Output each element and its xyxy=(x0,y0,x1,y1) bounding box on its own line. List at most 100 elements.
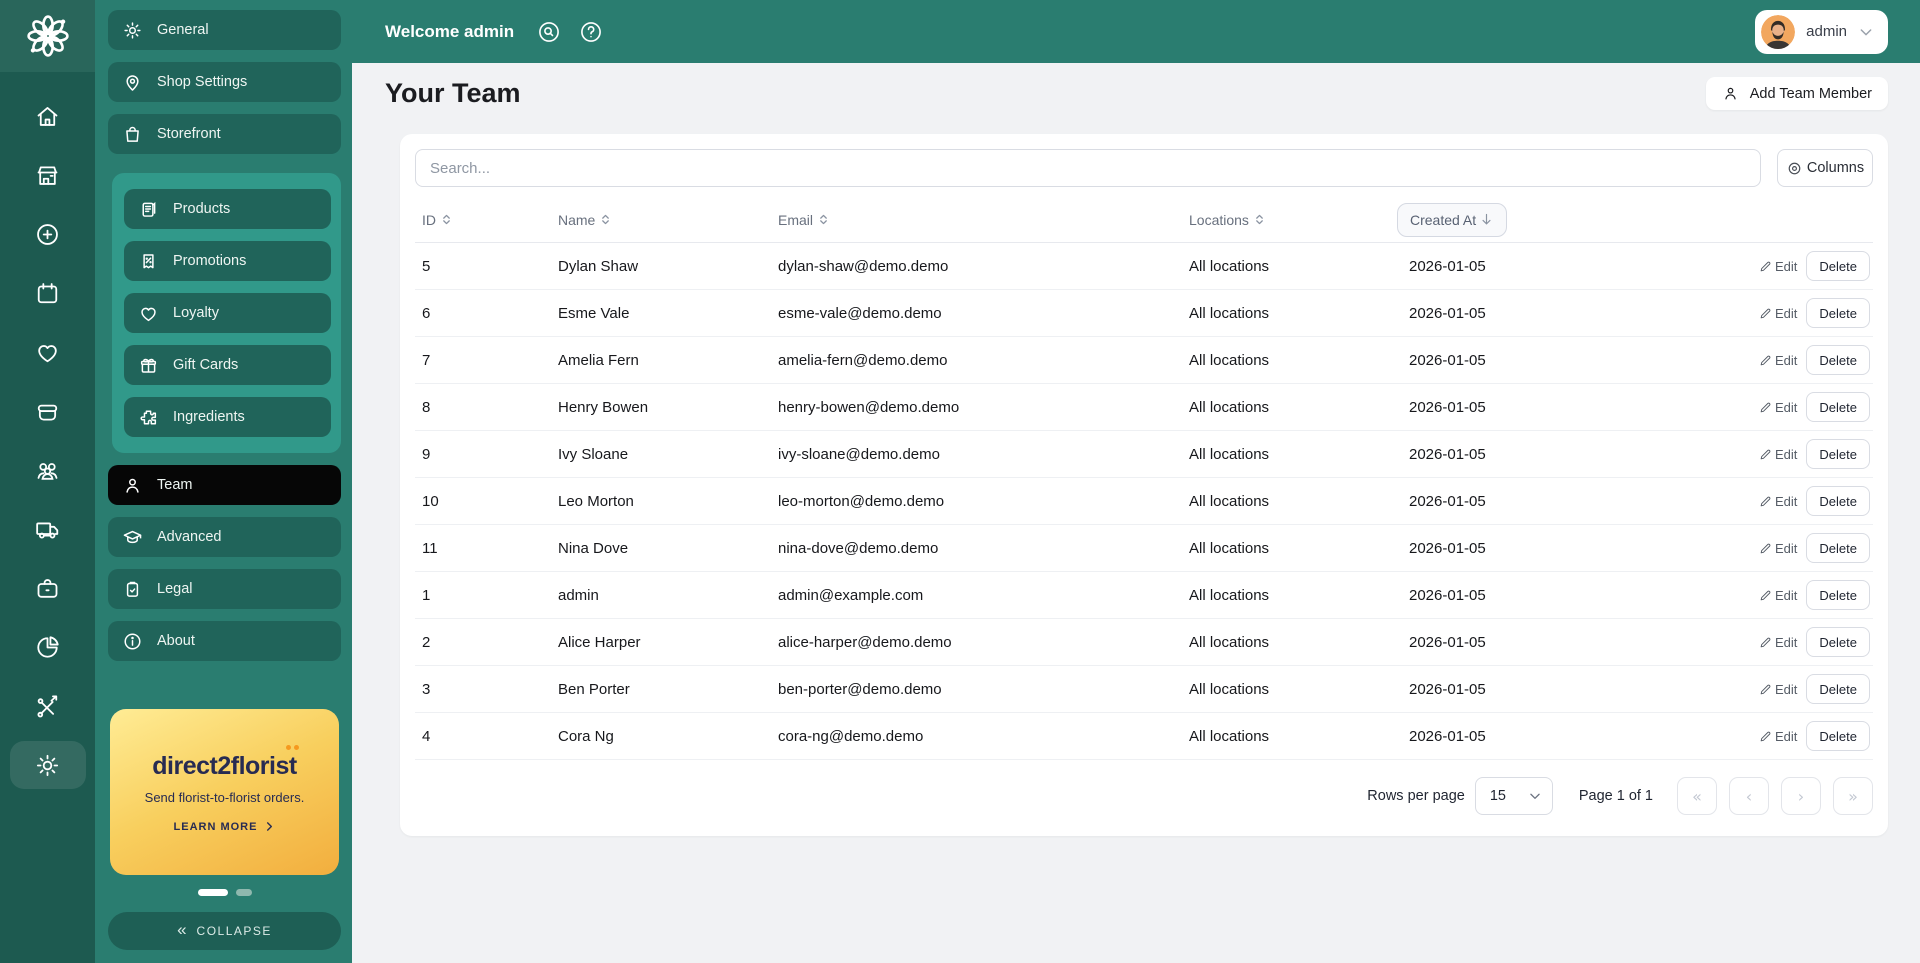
cell-name: Esme Vale xyxy=(558,305,778,322)
collapse-label: COLLAPSE xyxy=(197,924,272,938)
column-header-email[interactable]: Email xyxy=(778,212,1189,228)
edit-button[interactable]: Edit xyxy=(1759,635,1797,650)
previous-page-button[interactable]: ‹ xyxy=(1729,777,1769,815)
rows-per-page-label: Rows per page xyxy=(1367,788,1465,804)
edit-button[interactable]: Edit xyxy=(1759,541,1797,556)
edit-button[interactable]: Edit xyxy=(1759,353,1797,368)
briefcase-icon[interactable] xyxy=(10,564,86,612)
last-page-button[interactable]: » xyxy=(1833,777,1873,815)
sidebar-item-legal[interactable]: Legal xyxy=(108,569,341,609)
sidebar-item-promotions[interactable]: Promotions xyxy=(124,241,331,281)
column-header-created-at[interactable]: Created At xyxy=(1409,203,1677,237)
calendar-icon[interactable] xyxy=(10,269,86,317)
delete-button[interactable]: Delete xyxy=(1806,439,1870,469)
edit-button[interactable]: Edit xyxy=(1759,729,1797,744)
arrow-down-icon xyxy=(1479,212,1494,227)
florist-tools-icon[interactable] xyxy=(10,682,86,730)
sidebar-item-label: Legal xyxy=(157,581,192,597)
settings-gear-icon[interactable] xyxy=(10,741,86,789)
delete-button[interactable]: Delete xyxy=(1806,674,1870,704)
sidebar-item-general[interactable]: General xyxy=(108,10,341,50)
delete-button[interactable]: Delete xyxy=(1806,486,1870,516)
sidebar-item-gift-cards[interactable]: Gift Cards xyxy=(124,345,331,385)
add-team-member-label: Add Team Member xyxy=(1750,86,1872,102)
storefront-icon[interactable] xyxy=(10,151,86,199)
sidebar-item-label: Storefront xyxy=(157,126,221,142)
rows-per-page-select[interactable]: 15 xyxy=(1475,777,1553,815)
carousel-dot[interactable] xyxy=(236,889,252,896)
sidebar-item-label: Shop Settings xyxy=(157,74,247,90)
cell-actions: Edit Delete xyxy=(1677,674,1873,704)
sidebar-item-loyalty[interactable]: Loyalty xyxy=(124,293,331,333)
delivery-truck-icon[interactable] xyxy=(10,505,86,553)
delete-button[interactable]: Delete xyxy=(1806,298,1870,328)
cell-email: ivy-sloane@demo.demo xyxy=(778,446,1189,463)
sidebar-item-ingredients[interactable]: Ingredients xyxy=(124,397,331,437)
sidebar-item-storefront[interactable]: Storefront xyxy=(108,114,341,154)
heart-icon[interactable] xyxy=(10,328,86,376)
learn-more-button[interactable]: LEARN MORE xyxy=(174,821,276,833)
columns-button[interactable]: Columns xyxy=(1777,149,1873,187)
delete-button[interactable]: Delete xyxy=(1806,392,1870,422)
sidebar-item-products[interactable]: Products xyxy=(124,189,331,229)
cell-created-at: 2026-01-05 xyxy=(1409,681,1677,698)
people-icon[interactable] xyxy=(10,446,86,494)
column-header-locations[interactable]: Locations xyxy=(1189,212,1409,228)
home-icon[interactable] xyxy=(10,92,86,140)
heart-icon xyxy=(138,303,159,324)
sidebar-item-label: Team xyxy=(157,477,192,493)
delete-button[interactable]: Delete xyxy=(1806,627,1870,657)
edit-button-label: Edit xyxy=(1775,306,1797,321)
cell-locations: All locations xyxy=(1189,540,1409,557)
cell-name: Ivy Sloane xyxy=(558,446,778,463)
column-header-name[interactable]: Name xyxy=(558,212,778,228)
table-row: 4 Cora Ng cora-ng@demo.demo All location… xyxy=(415,713,1873,760)
edit-button[interactable]: Edit xyxy=(1759,682,1797,697)
next-page-button[interactable]: › xyxy=(1781,777,1821,815)
sidebar-item-advanced[interactable]: Advanced xyxy=(108,517,341,557)
delete-button[interactable]: Delete xyxy=(1806,251,1870,281)
main-area: Welcome admin admin Your Team Add Team xyxy=(352,0,1920,963)
edit-button[interactable]: Edit xyxy=(1759,306,1797,321)
collapse-button[interactable]: « COLLAPSE xyxy=(108,912,341,950)
plus-circle-icon[interactable] xyxy=(10,210,86,258)
edit-button[interactable]: Edit xyxy=(1759,259,1797,274)
cell-email: dylan-shaw@demo.demo xyxy=(778,258,1189,275)
inventory-box-icon[interactable] xyxy=(10,387,86,435)
sidebar-item-team[interactable]: Team xyxy=(108,465,341,505)
first-page-button[interactable]: « xyxy=(1677,777,1717,815)
cell-name: Leo Morton xyxy=(558,493,778,510)
chevron-down-icon xyxy=(1858,24,1874,40)
edit-button[interactable]: Edit xyxy=(1759,588,1797,603)
add-team-member-button[interactable]: Add Team Member xyxy=(1706,77,1888,110)
sidebar-item-about[interactable]: About xyxy=(108,621,341,661)
cell-actions: Edit Delete xyxy=(1677,345,1873,375)
cell-email: cora-ng@demo.demo xyxy=(778,728,1189,745)
search-icon[interactable] xyxy=(536,19,562,45)
delete-button[interactable]: Delete xyxy=(1806,533,1870,563)
delete-button[interactable]: Delete xyxy=(1806,345,1870,375)
pencil-icon xyxy=(1759,354,1772,367)
cell-created-at: 2026-01-05 xyxy=(1409,258,1677,275)
person-icon xyxy=(122,475,143,496)
edit-button[interactable]: Edit xyxy=(1759,400,1797,415)
app-logo[interactable] xyxy=(0,0,95,72)
delete-button[interactable]: Delete xyxy=(1806,721,1870,751)
edit-button[interactable]: Edit xyxy=(1759,447,1797,462)
cell-id: 4 xyxy=(422,728,558,745)
help-icon[interactable] xyxy=(578,19,604,45)
carousel-dot-active[interactable] xyxy=(198,889,228,896)
column-header-id[interactable]: ID xyxy=(422,212,558,228)
user-menu[interactable]: admin xyxy=(1755,10,1888,54)
search-input[interactable] xyxy=(415,149,1761,187)
pie-chart-icon[interactable] xyxy=(10,623,86,671)
pencil-icon xyxy=(1759,401,1772,414)
edit-button-label: Edit xyxy=(1775,635,1797,650)
delete-button[interactable]: Delete xyxy=(1806,580,1870,610)
edit-button[interactable]: Edit xyxy=(1759,494,1797,509)
promo-card[interactable]: direct2florist Send florist-to-florist o… xyxy=(110,709,339,875)
pencil-icon xyxy=(1759,589,1772,602)
page-content: Your Team Add Team Member Columns ID xyxy=(352,63,1920,836)
sort-icon xyxy=(440,213,453,226)
sidebar-item-shop-settings[interactable]: Shop Settings xyxy=(108,62,341,102)
